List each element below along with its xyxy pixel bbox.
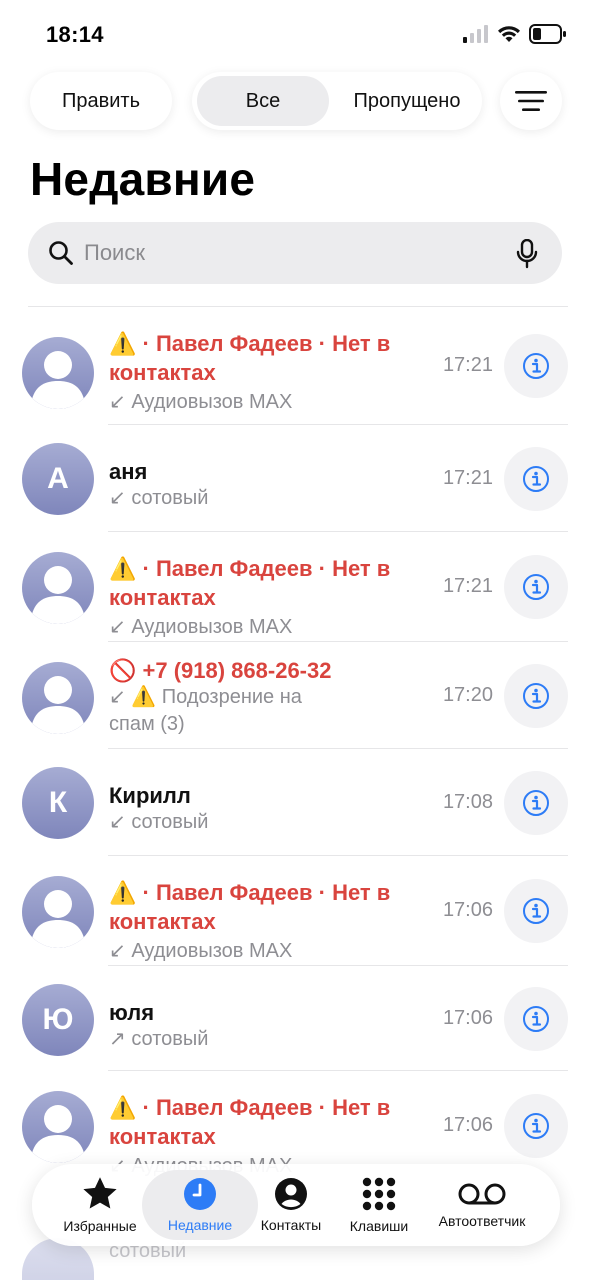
tab-label: Недавние	[167, 1217, 233, 1233]
voicemail-icon	[458, 1183, 506, 1205]
tab-label: Избранные	[63, 1218, 137, 1234]
call-time: 17:08	[442, 790, 493, 813]
call-row[interactable]: 🚫 +7 (918) 868-26-32 ↙ ⚠️ Подозрение на с…	[0, 642, 591, 749]
page-title: Недавние	[30, 153, 256, 205]
info-button[interactable]	[504, 879, 568, 943]
person-silhouette-icon	[32, 351, 84, 409]
status-icons	[463, 24, 567, 44]
call-row[interactable]: ⚠️ · Павел Фадеев · Нет в контактах ↙ Ауд…	[0, 307, 591, 425]
caller-name: ⚠️ · Павел Фадеев · Нет в контактах	[109, 556, 391, 610]
call-type: ↙ Аудиовызов MAX	[109, 940, 293, 962]
keypad-icon	[362, 1177, 396, 1211]
tab-voicemail[interactable]: Автоответчик	[430, 1164, 534, 1246]
info-icon	[523, 898, 549, 924]
search-icon	[49, 241, 73, 265]
info-icon	[523, 1113, 549, 1139]
edit-button[interactable]: Править	[30, 72, 172, 130]
info-button[interactable]	[504, 663, 568, 728]
call-row[interactable]: К Кирилл ↙ сотовый 17:08	[0, 749, 591, 856]
search-input[interactable]	[84, 222, 504, 284]
tab-bar: Избранные Недавние Контакты Клавиши Авто…	[32, 1164, 560, 1246]
info-button[interactable]	[504, 555, 568, 619]
status-bar: 18:14	[0, 0, 591, 66]
wifi-icon	[498, 26, 520, 42]
avatar	[22, 1091, 94, 1163]
call-row[interactable]: Ююля ↗ сотовый 17:06	[0, 966, 591, 1071]
microphone-icon[interactable]	[516, 239, 538, 269]
avatar	[22, 876, 94, 948]
search-bar	[28, 222, 562, 284]
person-silhouette-icon	[32, 566, 84, 624]
person-silhouette-icon	[32, 676, 84, 734]
info-icon	[523, 574, 549, 600]
call-type: ↙ Аудиовызов MAX	[109, 616, 293, 638]
filter-segmented-control: Все Пропущено	[192, 72, 482, 130]
info-icon	[523, 682, 549, 709]
avatar-initial: К	[48, 786, 68, 819]
caller-name: ⚠️ · Павел Фадеев · Нет в контактах	[109, 331, 391, 385]
call-time: 17:06	[442, 1006, 493, 1029]
avatar	[22, 662, 94, 734]
avatar	[22, 552, 94, 624]
call-time: 17:06	[442, 899, 493, 921]
star-icon	[83, 1177, 117, 1209]
caller-name: ⚠️ · Павел Фадеев · Нет в контактах	[109, 880, 391, 934]
caller-name: Кирилл	[109, 783, 191, 808]
call-time: 17:06	[442, 1114, 493, 1136]
info-button[interactable]	[504, 770, 568, 835]
avatar: К	[22, 767, 94, 839]
call-time: 17:21	[442, 354, 493, 376]
segment-all[interactable]: Все	[197, 76, 329, 126]
info-button[interactable]	[504, 1094, 568, 1158]
caller-name: ⚠️ · Павел Фадеев · Нет в контактах	[109, 1095, 391, 1149]
call-type: ↙ сотовый	[109, 811, 209, 833]
call-row[interactable]: Ааня ↙ сотовый 17:21	[0, 425, 591, 532]
call-row[interactable]: ⚠️ · Павел Фадеев · Нет в контактах ↙ Ауд…	[0, 532, 591, 642]
segment-missed[interactable]: Пропущено	[332, 72, 482, 130]
call-time: 17:21	[442, 575, 493, 597]
info-icon	[523, 789, 549, 816]
call-type: ↗ сотовый	[109, 1028, 209, 1050]
avatar-initial: Ю	[42, 1003, 74, 1036]
top-controls: Править Все Пропущено	[0, 72, 591, 130]
avatar	[22, 337, 94, 409]
info-button[interactable]	[504, 334, 568, 398]
call-time: 17:20	[442, 683, 493, 706]
call-type: ↙ ⚠️ Подозрение на спам (3)	[109, 686, 302, 735]
menu-lines-icon	[515, 91, 547, 111]
tab-label: Автоответчик	[438, 1213, 526, 1229]
call-row[interactable]: ⚠️ · Павел Фадеев · Нет в контактах ↙ Ауд…	[0, 856, 591, 966]
caller-name: юля	[109, 1000, 155, 1025]
person-silhouette-icon	[32, 1105, 84, 1163]
person-silhouette-icon	[32, 890, 84, 948]
person-circle-icon	[275, 1178, 307, 1210]
info-icon	[523, 1005, 549, 1032]
tab-label: Клавиши	[349, 1218, 409, 1234]
info-button[interactable]	[504, 446, 568, 511]
tab-contacts[interactable]: Контакты	[252, 1164, 330, 1246]
info-button[interactable]	[504, 986, 568, 1051]
tab-recents[interactable]: Недавние	[150, 1164, 250, 1246]
info-icon	[523, 465, 549, 492]
avatar: Ю	[22, 984, 94, 1056]
avatar-initial: А	[47, 462, 69, 495]
caller-name: аня	[109, 459, 148, 484]
call-type: ↙ сотовый	[109, 487, 209, 509]
info-icon	[523, 353, 549, 379]
avatar: А	[22, 443, 94, 515]
cellular-signal-icon	[463, 25, 488, 43]
tab-favorites[interactable]: Избранные	[52, 1164, 148, 1246]
call-type: ↙ Аудиовызов MAX	[109, 391, 293, 413]
tab-label: Контакты	[260, 1217, 322, 1233]
call-time: 17:21	[442, 466, 493, 489]
tab-keypad[interactable]: Клавиши	[340, 1164, 418, 1246]
clock-icon	[184, 1178, 216, 1210]
battery-icon	[529, 24, 566, 44]
filter-menu-button[interactable]	[500, 72, 562, 130]
caller-name: 🚫 +7 (918) 868-26-32	[109, 658, 332, 683]
status-time: 18:14	[46, 22, 104, 47]
